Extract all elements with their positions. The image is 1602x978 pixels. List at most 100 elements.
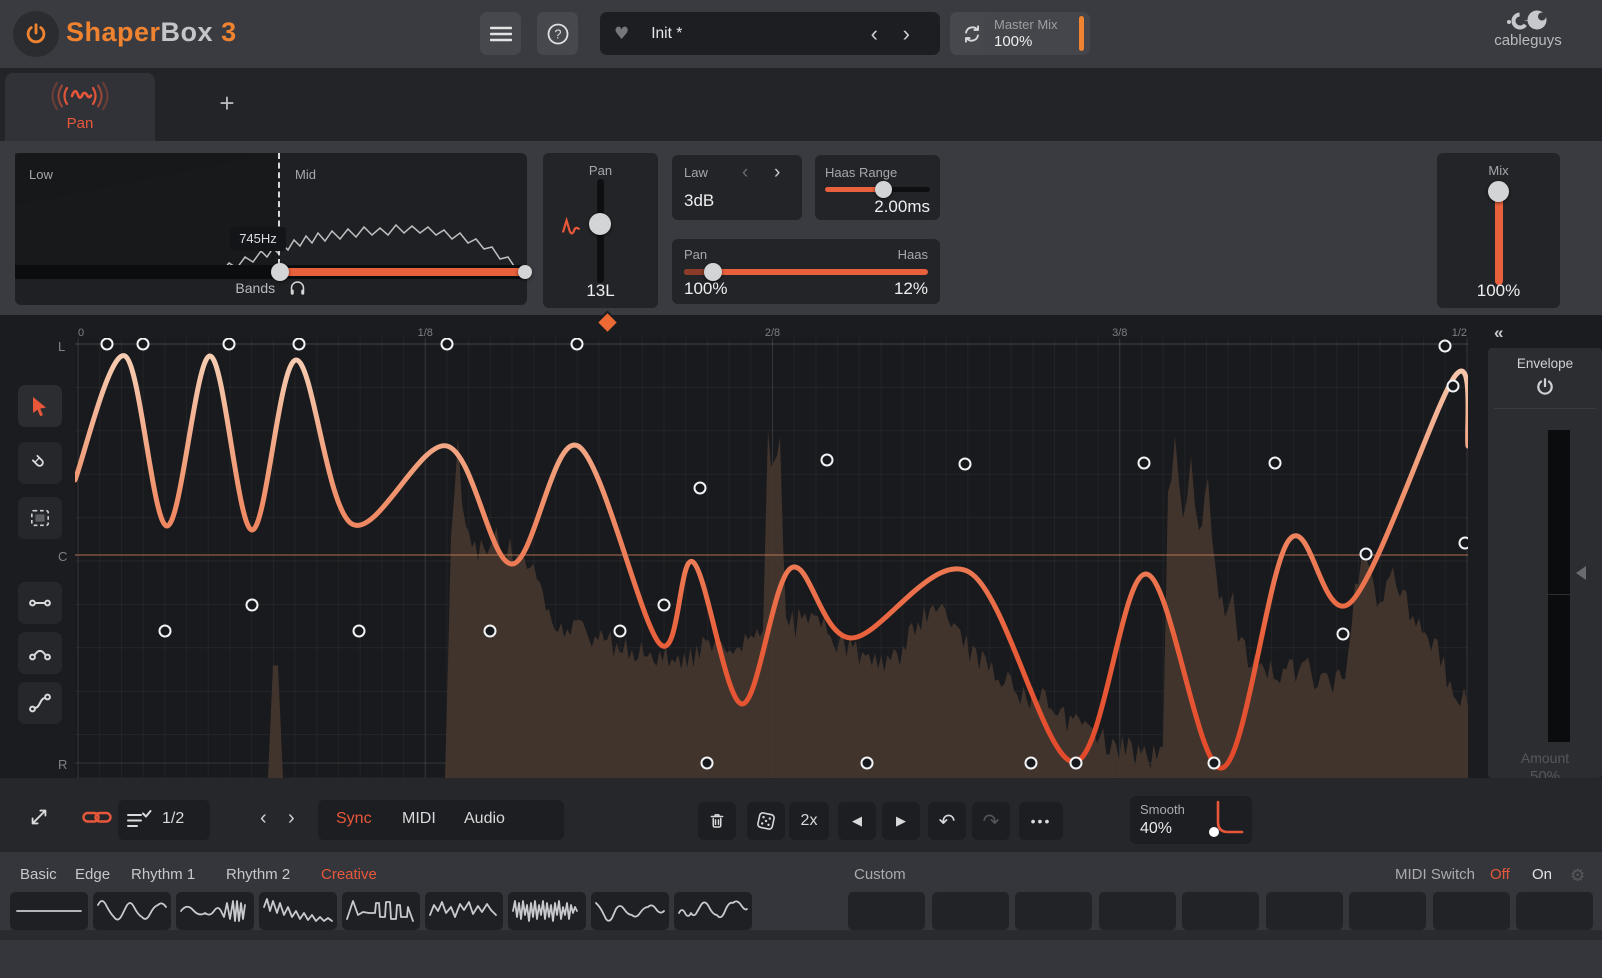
wave-preset-flat-line[interactable]	[10, 892, 88, 930]
mode-midi-button[interactable]: MIDI	[402, 810, 436, 828]
randomize-button[interactable]	[747, 802, 785, 840]
mode-sync-button[interactable]: Sync	[336, 810, 372, 828]
curve-control-point[interactable]	[1338, 629, 1349, 640]
pan-slider-knob[interactable]	[589, 213, 611, 235]
add-tab-button[interactable]: +	[212, 88, 242, 118]
curve-control-point[interactable]	[615, 626, 626, 637]
category-creative[interactable]: Creative	[321, 866, 377, 883]
envelope-amount-track[interactable]	[1548, 430, 1570, 742]
curve-control-point[interactable]	[960, 459, 971, 470]
plugin-power-button[interactable]	[13, 11, 59, 57]
custom-wave-slot-5[interactable]	[1182, 892, 1259, 930]
master-mix-panel[interactable]: Master Mix 100%	[983, 12, 1090, 55]
envelope-amount-handle[interactable]	[1576, 566, 1586, 580]
smooth-elbow-icon[interactable]	[1202, 798, 1246, 842]
more-options-button[interactable]: •••	[1019, 802, 1063, 840]
wave-preset-wave-slow[interactable]	[93, 892, 171, 930]
custom-wave-slot-9[interactable]	[1516, 892, 1593, 930]
arc-tool-button[interactable]	[18, 632, 62, 674]
envelope-power-button[interactable]	[1534, 376, 1556, 398]
category-rhythm2[interactable]: Rhythm 2	[226, 866, 290, 883]
wave-preset-hills[interactable]	[425, 892, 503, 930]
custom-wave-slot-8[interactable]	[1433, 892, 1510, 930]
wave-editor-canvas[interactable]	[75, 338, 1468, 778]
grid-prev-button[interactable]: ‹	[260, 808, 267, 828]
custom-wave-slot-3[interactable]	[1015, 892, 1092, 930]
marquee-tool-button[interactable]	[18, 497, 62, 539]
headphones-icon[interactable]	[288, 279, 307, 297]
line-tool-button[interactable]	[18, 582, 62, 624]
grid-setting-group[interactable]: 1/2	[118, 800, 210, 840]
help-button[interactable]: ?	[537, 12, 578, 55]
shift-right-button[interactable]: ▶	[882, 802, 920, 840]
wave-preset-chirp[interactable]	[176, 892, 254, 930]
grid-value[interactable]: 1/2	[162, 810, 184, 828]
preset-next-button[interactable]: ›	[903, 23, 910, 45]
gear-icon[interactable]: ⚙	[1570, 866, 1585, 886]
preset-prev-button[interactable]: ‹	[871, 23, 878, 45]
mid-band-range[interactable]	[280, 268, 527, 276]
category-rhythm1[interactable]: Rhythm 1	[131, 866, 195, 883]
curve-control-point[interactable]	[1270, 458, 1281, 469]
band-right-handle[interactable]	[518, 265, 532, 279]
wave-preset-peak-pulse[interactable]	[342, 892, 420, 930]
custom-wave-slot-2[interactable]	[932, 892, 1009, 930]
curve-control-point[interactable]	[1361, 549, 1372, 560]
preset-name[interactable]: Init *	[651, 25, 682, 43]
curve-control-point[interactable]	[224, 339, 235, 350]
band-mid-label[interactable]: Mid	[295, 167, 316, 182]
tab-pan[interactable]: Pan	[5, 73, 155, 141]
custom-wave-slot-6[interactable]	[1266, 892, 1343, 930]
category-basic[interactable]: Basic	[20, 866, 57, 883]
grid-next-button[interactable]: ›	[288, 808, 295, 828]
curve-control-point[interactable]	[862, 758, 873, 769]
wave-preset-dip-wave[interactable]	[591, 892, 669, 930]
curve-control-point[interactable]	[1440, 341, 1451, 352]
law-next-button[interactable]: ›	[774, 163, 780, 182]
band-panel[interactable]: Low Mid 745Hz Bands	[15, 153, 527, 305]
curve-control-point[interactable]	[442, 339, 453, 350]
curve-control-point[interactable]	[1460, 538, 1469, 549]
mix-panel[interactable]: Mix 100%	[1437, 153, 1560, 308]
heart-icon[interactable]: ♥	[614, 24, 629, 44]
curve-control-point[interactable]	[1448, 381, 1459, 392]
curve-control-point[interactable]	[247, 600, 258, 611]
band-low-label[interactable]: Low	[29, 167, 53, 182]
curve-control-point[interactable]	[1139, 458, 1150, 469]
shift-left-button[interactable]: ◀	[838, 802, 876, 840]
curve-control-point[interactable]	[822, 455, 833, 466]
curve-control-point[interactable]	[1071, 758, 1082, 769]
custom-wave-slot-7[interactable]	[1349, 892, 1426, 930]
wave-preset-squiggle-grow[interactable]	[674, 892, 752, 930]
smooth-panel[interactable]: Smooth 40%	[1130, 796, 1252, 844]
midi-switch-off-button[interactable]: Off	[1490, 866, 1510, 883]
category-edge[interactable]: Edge	[75, 866, 110, 883]
redo-button[interactable]: ↷	[972, 802, 1010, 840]
mix-slider-knob[interactable]	[1488, 181, 1509, 202]
curve-control-point[interactable]	[659, 600, 670, 611]
collapse-sidebar-button[interactable]: «	[1494, 323, 1503, 343]
law-panel[interactable]: Law ‹ › 3dB	[672, 155, 802, 220]
undo-button[interactable]: ↶	[928, 802, 966, 840]
link-waves-button[interactable]	[82, 808, 112, 826]
haas-range-track[interactable]	[825, 187, 930, 192]
scurve-tool-button[interactable]	[18, 682, 62, 724]
haas-range-knob[interactable]	[875, 181, 892, 198]
pan-haas-track[interactable]	[684, 269, 928, 275]
double-wave-button[interactable]: 2x	[789, 802, 829, 840]
curve-control-point[interactable]	[354, 626, 365, 637]
curve-control-point[interactable]	[485, 626, 496, 637]
curve-control-point[interactable]	[102, 339, 113, 350]
curve-control-point[interactable]	[160, 626, 171, 637]
bands-footer[interactable]: Bands	[15, 279, 527, 305]
mode-audio-button[interactable]: Audio	[464, 810, 505, 828]
wave-preset-saw-fall[interactable]	[259, 892, 337, 930]
playhead-marker[interactable]	[598, 313, 616, 331]
main-menu-button[interactable]	[480, 12, 521, 55]
cursor-tool-button[interactable]	[18, 385, 62, 427]
custom-wave-slot-4[interactable]	[1099, 892, 1176, 930]
fullscreen-button[interactable]	[28, 806, 50, 828]
pan-slider-panel[interactable]: Pan 13L	[543, 153, 658, 308]
wave-preset-noise[interactable]	[508, 892, 586, 930]
magnet-tool-button[interactable]	[18, 442, 62, 484]
